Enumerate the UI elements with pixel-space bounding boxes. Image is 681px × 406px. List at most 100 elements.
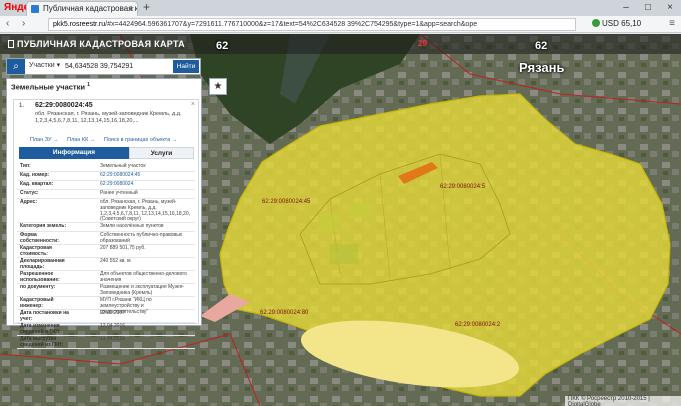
- result-links: План ЗУ → План КК → Поиск в границах объ…: [30, 137, 184, 143]
- attribute-key: Кадастровая стоимость:: [20, 245, 52, 257]
- back-button[interactable]: ‹: [6, 18, 9, 29]
- results-heading: Земельные участки 1: [11, 82, 90, 92]
- attribute-row: Разрешенное использование: Для объектов о…: [17, 271, 195, 284]
- new-tab-button[interactable]: +: [143, 0, 150, 14]
- attribute-value: Земельный участок: [100, 163, 146, 169]
- favorite-star-button[interactable]: ★: [209, 78, 227, 95]
- maximize-button[interactable]: □: [637, 0, 659, 16]
- result-card[interactable]: 1. 62:29:0080024:45 × обл. Рязанская, г.…: [13, 99, 199, 349]
- attribute-value: 240 552 кв. м: [100, 258, 131, 264]
- results-count: 1: [87, 82, 90, 88]
- tab-services[interactable]: Услуги: [129, 147, 194, 159]
- attribute-key: Категория земель:: [20, 223, 67, 229]
- attribute-row: Кад. номер: 62:29:0080024:45: [17, 172, 195, 181]
- address-bar: ‹ › pkk5.rosreestr.ru/#x=4424964.5963617…: [0, 16, 681, 33]
- attribute-key: Форма собственности:: [20, 232, 59, 244]
- attribute-value: 12.04.2016: [100, 323, 126, 329]
- attribute-row: Тип: Земельный участок: [17, 163, 195, 172]
- map-title: ПУБЛИЧНАЯ КАДАСТРОВАЯ КАРТА: [8, 39, 185, 49]
- attribute-value[interactable]: 62:29:0080024: [100, 181, 192, 188]
- attribute-key: Дата изменения сведений в ГКН:: [20, 323, 61, 335]
- attribute-key: Декларированная площадь:: [20, 258, 65, 270]
- result-address: обл. Рязанская, г. Рязань, музей-заповед…: [35, 111, 182, 124]
- region-number-label: 62: [216, 40, 229, 52]
- search-icon[interactable]: ⌕: [7, 59, 25, 74]
- favicon-icon: [31, 5, 39, 13]
- currency-value: USD 65,10: [602, 19, 642, 28]
- attribute-value: обл. Рязанская, г. Рязань, музей-заповед…: [100, 199, 190, 223]
- currency-widget[interactable]: USD 65,10: [592, 19, 641, 28]
- attribute-row: Форма собственности: Собственность публич…: [17, 232, 195, 245]
- attribute-value: 13.04.2016: [100, 336, 126, 342]
- result-cadastral-number[interactable]: 62:29:0080024:45: [35, 102, 93, 109]
- attributes-table: Тип: Земельный участок Кад. номер: 62:29:00…: [17, 163, 195, 349]
- results-panel: Земельные участки 1 1. 62:29:0080024:45 …: [6, 78, 202, 349]
- attribute-value: Размещение и эксплуатация Музея-Заповедн…: [100, 284, 185, 296]
- attribute-key: Разрешенное использование:: [20, 271, 60, 283]
- parcel-label: 62:29:0080024:5: [440, 184, 486, 190]
- city-label: Рязань: [519, 60, 565, 75]
- result-close-icon[interactable]: ×: [191, 101, 195, 108]
- attribute-key: Адрес:: [20, 199, 37, 205]
- quarter-number-label: 29: [418, 39, 427, 48]
- search-in-bounds-link[interactable]: Поиск в границах объекта →: [104, 137, 177, 143]
- url-host: pkk5.rosreestr.ru: [53, 21, 106, 28]
- browser-titlebar: Яндекс Публичная кадастровая к × + – □ ×: [0, 0, 681, 16]
- map-attribution: ПКК © Росреестр 2010-2015 | DigitalGlobe: [565, 396, 681, 406]
- attribute-key: Кад. номер:: [20, 172, 50, 178]
- parcel-label: 62:29:0080024:45: [262, 199, 311, 205]
- tab-information[interactable]: Информация: [19, 147, 129, 159]
- search-panel: ⌕ Участки ▾ Найти: [6, 58, 201, 75]
- object-type-value: Участки: [29, 62, 55, 69]
- region-number-label: 62: [535, 40, 548, 52]
- attribute-row: Адрес: обл. Рязанская, г. Рязань, музей-з…: [17, 199, 195, 223]
- attribute-key: по документу:: [20, 284, 56, 290]
- attribute-row: Кадастровая стоимость: 207 889 501,75 руб…: [17, 245, 195, 258]
- attribute-key: Дата постановки на учет:: [20, 310, 69, 322]
- attribute-value: Для объектов общественно-делового значен…: [100, 271, 187, 283]
- forward-button[interactable]: ›: [22, 18, 25, 29]
- attribute-row: Декларированная площадь: 240 552 кв. м: [17, 258, 195, 271]
- attribute-key: Кадастровый инженер:: [20, 297, 54, 309]
- tab-title: Публичная кадастровая к: [43, 4, 138, 13]
- attribute-value[interactable]: 62:29:0080024:45: [100, 172, 192, 179]
- result-index: 1.: [19, 103, 25, 109]
- close-window-button[interactable]: ×: [659, 0, 681, 16]
- url-path: /#x=4424964.596361707&y=7291611.77671000…: [105, 21, 478, 28]
- map-logo-icon: [8, 40, 14, 48]
- minimize-button[interactable]: –: [615, 0, 637, 16]
- attribute-value: Земли населённых пунктов: [100, 223, 164, 229]
- map-title-text: ПУБЛИЧНАЯ КАДАСТРОВАЯ КАРТА: [17, 39, 185, 49]
- attribute-value: 207 889 501,75 руб.: [100, 245, 146, 251]
- results-heading-text: Земельные участки: [11, 82, 85, 92]
- window-controls: – □ ×: [615, 0, 681, 16]
- attribute-row: Статус: Ранее учтенный: [17, 190, 195, 199]
- attribute-value: 22.03.2007: [100, 310, 126, 316]
- currency-icon: [592, 19, 600, 27]
- attribute-key: Статус:: [20, 190, 39, 196]
- attribute-value: Собственность публично-правовых образова…: [100, 232, 183, 244]
- attribute-row: Дата изменения сведений в ГКН: 12.04.2016: [17, 323, 195, 336]
- url-field[interactable]: pkk5.rosreestr.ru/#x=4424964.596361707&y…: [48, 18, 576, 31]
- attribute-row: Кадастровый инженер: МУП г.Рязани "ИКЦ по…: [17, 297, 195, 315]
- plan-kk-link[interactable]: План КК →: [67, 137, 95, 143]
- browser-menu-icon[interactable]: ≡: [669, 18, 675, 29]
- attribute-key: Кад. квартал:: [20, 181, 54, 187]
- attribute-row: по документу: Размещение и эксплуатация М…: [17, 284, 195, 297]
- attribute-row: Категория земель: Земли населённых пункто…: [17, 223, 195, 232]
- plan-zu-link[interactable]: План ЗУ →: [30, 137, 59, 143]
- attribute-value: Ранее учтенный: [100, 190, 138, 196]
- object-type-select[interactable]: Участки ▾: [29, 61, 60, 69]
- tab-close-icon[interactable]: ×: [129, 4, 134, 14]
- find-button[interactable]: Найти: [173, 60, 199, 73]
- attribute-row: Дата постановки на учет: 22.03.2007: [17, 310, 195, 323]
- attribute-key: Тип:: [20, 163, 31, 169]
- attribute-row: Кад. квартал: 62:29:0080024: [17, 181, 195, 190]
- search-input[interactable]: [65, 60, 175, 73]
- attribute-row: Дата выгрузки сведений из ГКН: 13.04.2016: [17, 336, 195, 349]
- attribute-key: Дата выгрузки сведений из ГКН:: [20, 336, 64, 348]
- parcel-label: 62:29:0080024:80: [260, 310, 309, 316]
- parcel-label: 62:29:0080024:2: [455, 322, 501, 328]
- result-tabs: Информация Услуги: [19, 147, 194, 159]
- browser-tab[interactable]: Публичная кадастровая к ×: [26, 1, 138, 16]
